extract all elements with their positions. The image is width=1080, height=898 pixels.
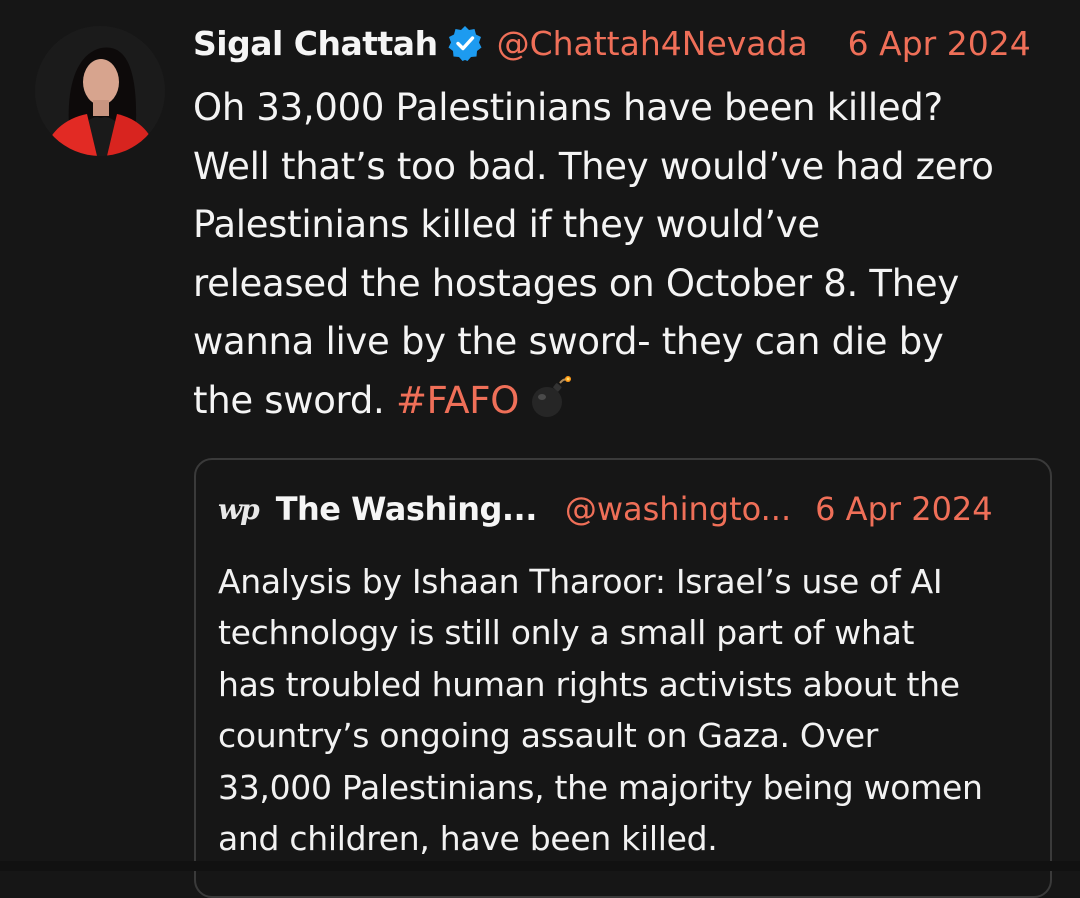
bomb-icon [527, 375, 573, 421]
bottom-edge [0, 861, 1080, 871]
quoted-body-line: 33,000 Palestinians, the majority being … [218, 767, 983, 807]
quoted-body-line: and children, have been killed. [218, 819, 718, 859]
tweet-body-line: Well that’s too bad. They would’ve had z… [193, 144, 994, 188]
quoted-body-line: technology is still only a small part of… [218, 613, 915, 653]
tweet-header: Sigal Chattah @Chattah4Nevada 6 Apr 2024 [193, 18, 1031, 68]
hashtag-link[interactable]: #FAFO [396, 379, 519, 422]
tweet-body-line: wanna live by the sword- they can die by [193, 320, 944, 363]
quoted-tweet-card[interactable]: wp The Washing... @washingto... 6 Apr 20… [194, 458, 1052, 898]
quoted-tweet-date[interactable]: 6 Apr 2024 [815, 490, 993, 528]
quoted-author-handle[interactable]: @washingto... [565, 490, 791, 528]
tweet[interactable]: Sigal Chattah @Chattah4Nevada 6 Apr 2024… [0, 0, 1080, 898]
tweet-date[interactable]: 6 Apr 2024 [848, 24, 1031, 63]
quoted-body-line: Analysis by Ishaan Tharoor: Israel’s use… [218, 562, 943, 601]
verified-badge-icon [447, 25, 483, 61]
tweet-body-line: released the hostages on October 8. They [193, 261, 959, 305]
author-avatar[interactable] [35, 26, 165, 156]
author-handle[interactable]: @Chattah4Nevada [497, 24, 808, 63]
tweet-body-line: the sword. [193, 378, 385, 422]
quoted-tweet-body: Analysis by Ishaan Tharoor: Israel’s use… [218, 556, 1038, 864]
tweet-body: Oh 33,000 Palestinians have been killed?… [193, 79, 1073, 430]
tweet-body-line: Palestinians killed if they would’ve [193, 203, 820, 246]
quoted-body-line: country’s ongoing assault on Gaza. Over [218, 716, 879, 756]
quoted-tweet-header: wp The Washing... @washingto... 6 Apr 20… [218, 484, 993, 534]
author-name[interactable]: Sigal Chattah [193, 24, 438, 63]
quoted-author-name[interactable]: The Washing... [276, 490, 538, 528]
tweet-body-last-line: the sword. #FAFO [193, 372, 1073, 431]
tweet-body-line: Oh 33,000 Palestinians have been killed? [193, 86, 943, 129]
quoted-body-line: has troubled human rights activists abou… [218, 664, 960, 704]
washington-post-logo[interactable]: wp [218, 493, 260, 526]
